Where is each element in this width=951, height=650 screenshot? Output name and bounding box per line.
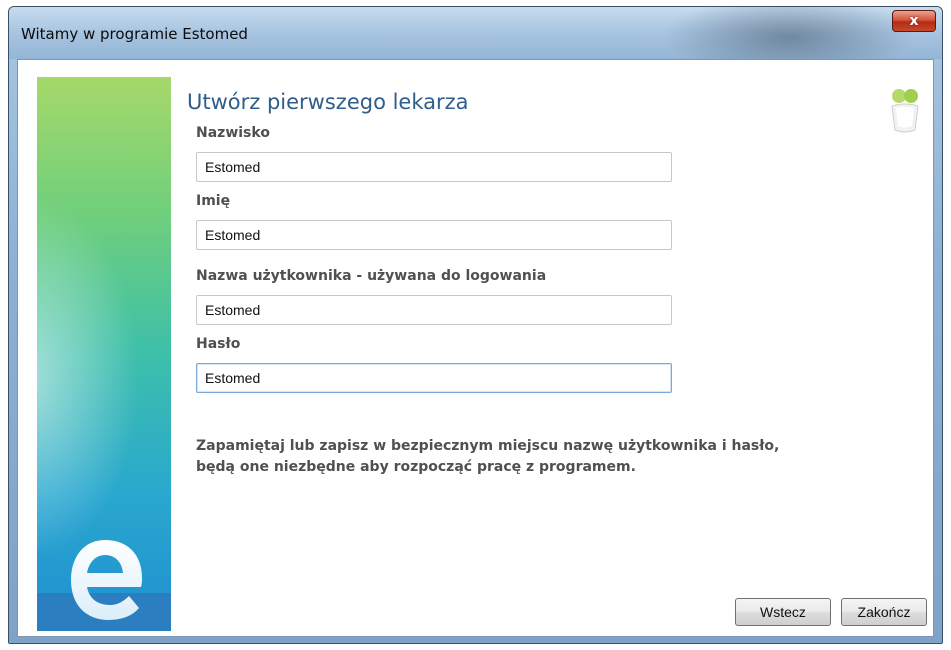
wizard-content: Utwórz pierwszego lekarza Nazwisko Imię … [17, 59, 934, 637]
notice-line-2: będą one niezbędne aby rozpocząć pracę z… [196, 459, 636, 475]
surname-label: Nazwisko [196, 125, 270, 141]
close-icon: x [909, 13, 919, 29]
first-name-label: Imię [196, 193, 231, 209]
title-bar[interactable]: Witamy w programie Estomed x [9, 7, 942, 59]
surname-input[interactable] [196, 152, 672, 182]
assistant-icon[interactable] [888, 88, 922, 134]
finish-button[interactable]: Zakończ [841, 598, 927, 626]
username-input[interactable] [196, 295, 672, 325]
notice-line-1: Zapamiętaj lub zapisz w bezpiecznym miej… [196, 438, 780, 454]
wizard-window: Witamy w programie Estomed x Utwórz pier… [8, 6, 943, 644]
password-input[interactable] [196, 363, 672, 393]
close-button[interactable]: x [892, 10, 936, 32]
page-heading: Utwórz pierwszego lekarza [187, 90, 469, 114]
notice-text: Zapamiętaj lub zapisz w bezpiecznym miej… [196, 436, 896, 478]
password-label: Hasło [196, 336, 241, 352]
window-title: Witamy w programie Estomed [21, 25, 248, 43]
first-name-input[interactable] [196, 220, 672, 250]
estomed-logo-icon [71, 540, 142, 620]
back-button[interactable]: Wstecz [735, 598, 831, 626]
username-label: Nazwa użytkownika - używana do logowania [196, 268, 547, 284]
side-banner [37, 77, 171, 631]
